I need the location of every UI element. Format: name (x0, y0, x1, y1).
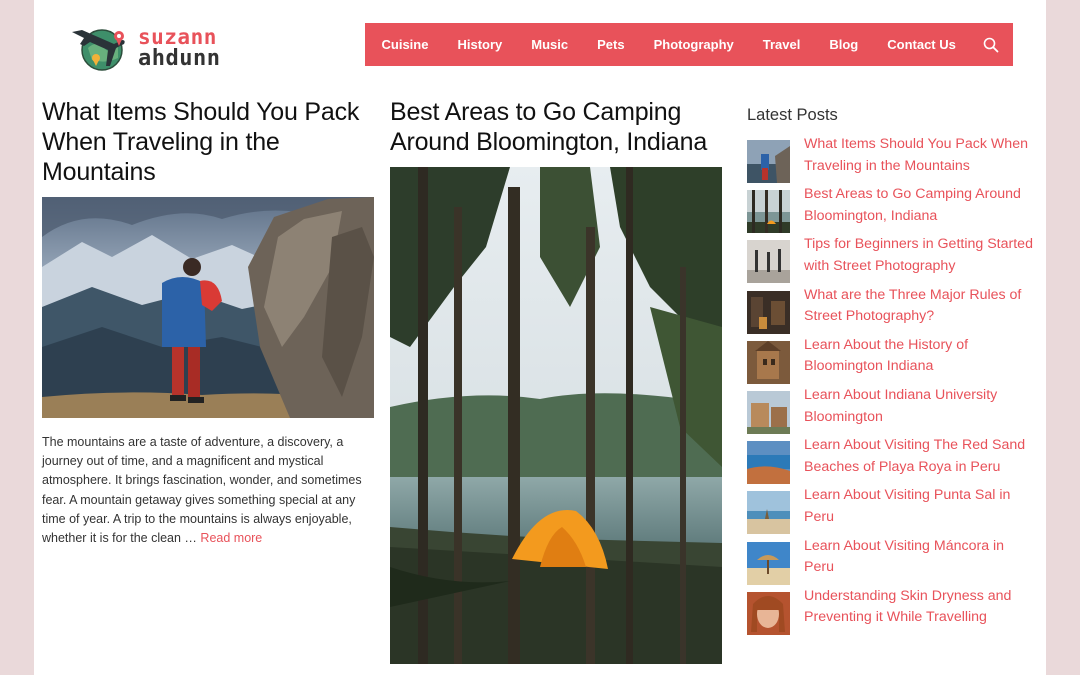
nav-item-travel[interactable]: Travel (748, 37, 815, 52)
latest-post-item: Learn About Indiana University Bloomingt… (747, 387, 1037, 441)
nav-item-music[interactable]: Music (517, 37, 583, 52)
latest-post-link[interactable]: What Items Should You Pack When Travelin… (804, 134, 1037, 177)
latest-post-item: What are the Three Major Rules of Street… (747, 287, 1037, 341)
latest-post-item: Learn About Visiting The Red Sand Beache… (747, 437, 1037, 491)
latest-post-item: What Items Should You Pack When Travelin… (747, 136, 1037, 190)
post-image-camping-lake[interactable] (390, 167, 722, 664)
post-excerpt: The mountains are a taste of adventure, … (42, 433, 374, 548)
main-nav: Cuisine History Music Pets Photography T… (365, 23, 1013, 66)
post-thumbnail[interactable] (747, 390, 790, 434)
latest-post-link[interactable]: Learn About Visiting The Red Sand Beache… (804, 435, 1037, 478)
nav-item-pets[interactable]: Pets (583, 37, 639, 52)
post-thumbnail[interactable] (747, 190, 790, 234)
latest-post-link[interactable]: Understanding Skin Dryness and Preventin… (804, 586, 1037, 629)
globe-plane-logo-icon (72, 29, 125, 71)
latest-post-link[interactable]: Tips for Beginners in Getting Started wi… (804, 234, 1037, 277)
site-name-line1: suzann (138, 25, 217, 49)
latest-post-link[interactable]: Learn About Visiting Máncora in Peru (804, 536, 1037, 579)
nav-item-history[interactable]: History (443, 37, 517, 52)
nav-item-contact-us[interactable]: Contact Us (873, 37, 971, 52)
latest-post-link[interactable]: Learn About Indiana University Bloomingt… (804, 385, 1037, 428)
read-more-link[interactable]: Read more (200, 531, 262, 545)
post-title[interactable]: What Items Should You Pack When Travelin… (42, 97, 374, 187)
post-thumbnail[interactable] (747, 491, 790, 535)
latest-post-link[interactable]: Learn About Visiting Punta Sal in Peru (804, 485, 1037, 528)
site-logo[interactable]: suzann ahdunn (70, 18, 240, 74)
latest-post-item: Best Areas to Go Camping Around Blooming… (747, 186, 1037, 240)
post-image-hiker-mountains[interactable] (42, 197, 374, 418)
post-thumbnail[interactable] (747, 240, 790, 284)
latest-post-link[interactable]: What are the Three Major Rules of Street… (804, 285, 1037, 328)
page: suzann ahdunn Cuisine History Music Pets… (34, 0, 1046, 675)
hiker-mountains-image (42, 197, 374, 418)
nav-item-blog[interactable]: Blog (815, 37, 873, 52)
nav-item-cuisine[interactable]: Cuisine (367, 37, 443, 52)
sidebar-title: Latest Posts (747, 106, 838, 124)
post-thumbnail[interactable] (747, 591, 790, 635)
post-card: Best Areas to Go Camping Around Blooming… (390, 97, 722, 664)
latest-post-item: Learn About Visiting Máncora in Peru (747, 538, 1037, 592)
post-thumbnail[interactable] (747, 290, 790, 334)
latest-post-item: Learn About Visiting Punta Sal in Peru (747, 487, 1037, 541)
post-thumbnail[interactable] (747, 441, 790, 485)
excerpt-text: The mountains are a taste of adventure, … (42, 435, 362, 546)
latest-post-link[interactable]: Best Areas to Go Camping Around Blooming… (804, 184, 1037, 227)
site-name: suzann ahdunn (138, 26, 220, 70)
latest-post-item: Understanding Skin Dryness and Preventin… (747, 588, 1037, 642)
post-thumbnail[interactable] (747, 340, 790, 384)
post-card: What Items Should You Pack When Travelin… (42, 97, 374, 548)
sidebar-latest-posts: Latest Posts What Items Should You Pack … (747, 106, 1037, 642)
latest-post-item: Tips for Beginners in Getting Started wi… (747, 236, 1037, 290)
nav-item-photography[interactable]: Photography (639, 37, 748, 52)
post-title[interactable]: Best Areas to Go Camping Around Blooming… (390, 97, 722, 157)
camping-lake-image (390, 167, 722, 664)
site-name-line2: ahdunn (138, 46, 221, 71)
post-thumbnail[interactable] (747, 541, 790, 585)
search-icon[interactable] (983, 37, 999, 53)
post-thumbnail[interactable] (747, 140, 790, 183)
latest-post-item: Learn About the History of Bloomington I… (747, 337, 1037, 391)
latest-post-link[interactable]: Learn About the History of Bloomington I… (804, 335, 1037, 378)
